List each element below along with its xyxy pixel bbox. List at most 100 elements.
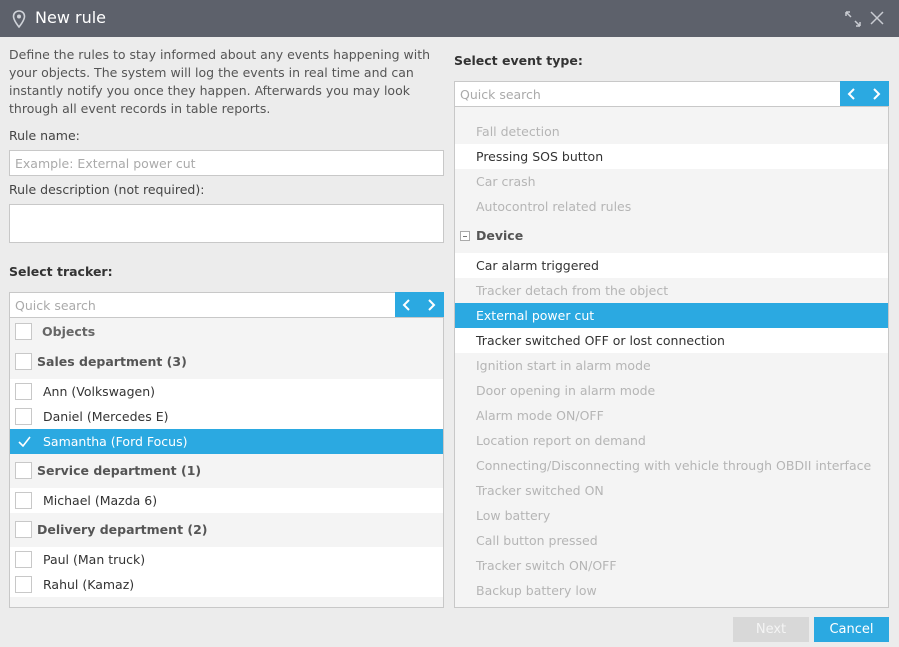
tracker-group-row[interactable]: Sales department (3) xyxy=(10,349,443,374)
event-item-disabled: Door opening in alarm mode xyxy=(455,378,888,403)
next-button[interactable]: Next xyxy=(733,617,809,642)
tracker-checkbox[interactable] xyxy=(15,576,32,593)
tracker-checkbox[interactable] xyxy=(15,383,32,400)
select-all-checkbox[interactable] xyxy=(15,323,32,340)
next-page-button[interactable] xyxy=(864,81,888,107)
tracker-nav-buttons xyxy=(395,292,444,318)
event-item-selected[interactable]: External power cut xyxy=(455,303,888,328)
expand-icon[interactable] xyxy=(845,11,861,27)
event-item-disabled: Alarm mode ON/OFF xyxy=(455,403,888,428)
event-item[interactable]: Car alarm triggered xyxy=(455,253,888,278)
tracker-label: Samantha (Ford Focus) xyxy=(43,434,188,449)
dialog-title: New rule xyxy=(35,8,106,27)
tracker-label: Michael (Mazda 6) xyxy=(43,493,158,508)
intro-text: Define the rules to stay informed about … xyxy=(9,47,431,116)
cancel-button[interactable]: Cancel xyxy=(814,617,889,642)
tracker-item-row[interactable]: Daniel (Mercedes E) xyxy=(10,404,443,429)
chevron-right-icon xyxy=(873,88,881,100)
select-event-label: Select event type: xyxy=(454,53,583,68)
event-label: Tracker switched OFF or lost connection xyxy=(476,333,725,348)
group-label: Delivery department (2) xyxy=(37,522,208,537)
event-nav-buttons xyxy=(840,81,889,107)
tracker-checkbox[interactable] xyxy=(15,408,32,425)
event-label: Alarm mode ON/OFF xyxy=(476,408,604,423)
prev-button[interactable] xyxy=(395,292,419,318)
next-page-button[interactable] xyxy=(419,292,443,318)
title-bar: New rule xyxy=(0,0,899,37)
event-item-disabled: Low battery xyxy=(455,503,888,528)
tracker-checkbox[interactable] xyxy=(15,492,32,509)
chevron-left-icon xyxy=(402,299,410,311)
event-label: Low battery xyxy=(476,508,551,523)
event-label: Call button pressed xyxy=(476,533,598,548)
event-label: Connecting/Disconnecting with vehicle th… xyxy=(476,458,872,473)
group-checkbox[interactable] xyxy=(15,521,32,538)
group-label: Service department (1) xyxy=(37,463,202,478)
event-item-disabled: Fall detection xyxy=(455,119,888,144)
event-label: Tracker switched ON xyxy=(476,483,604,498)
event-search-input[interactable] xyxy=(454,81,840,107)
event-label: Door opening in alarm mode xyxy=(476,383,656,398)
tracker-search-input[interactable] xyxy=(9,292,395,318)
objects-header-label: Objects xyxy=(42,324,96,339)
tracker-checkbox[interactable] xyxy=(15,551,32,568)
event-category-device[interactable]: Device xyxy=(455,223,888,248)
event-label: External power cut xyxy=(476,308,595,323)
event-item[interactable]: Tracker switched OFF or lost connection xyxy=(455,328,888,353)
prev-button[interactable] xyxy=(840,81,864,107)
event-label: Backup battery low xyxy=(476,583,597,598)
tracker-group-row[interactable]: Delivery department (2) xyxy=(10,517,443,542)
rule-name-label: Rule name: xyxy=(9,128,80,143)
event-item-disabled: Tracker switched ON xyxy=(455,478,888,503)
event-list-partial-row xyxy=(455,107,888,112)
tracker-label: Rahul (Kamaz) xyxy=(43,577,135,592)
tracker-label: Daniel (Mercedes E) xyxy=(43,409,169,424)
rule-description-input[interactable] xyxy=(9,204,444,243)
chevron-left-icon xyxy=(847,88,855,100)
close-icon[interactable] xyxy=(870,11,884,25)
event-list: Fall detection Pressing SOS button Car c… xyxy=(454,106,889,608)
tracker-search-row xyxy=(9,292,444,318)
event-item-disabled: Connecting/Disconnecting with vehicle th… xyxy=(455,453,888,478)
select-tracker-label: Select tracker: xyxy=(9,264,113,279)
tracker-item-row-selected[interactable]: Samantha (Ford Focus) xyxy=(10,429,443,454)
group-checkbox[interactable] xyxy=(15,353,32,370)
event-label: Tracker switch ON/OFF xyxy=(476,558,617,573)
event-item-disabled: Autocontrol related rules xyxy=(455,194,888,219)
event-item[interactable]: Pressing SOS button xyxy=(455,144,888,169)
event-label: Pressing SOS button xyxy=(476,149,604,164)
tracker-item-row[interactable]: Ann (Volkswagen) xyxy=(10,379,443,404)
tracker-label: Ann (Volkswagen) xyxy=(43,384,156,399)
objects-header-row[interactable]: Objects xyxy=(10,319,443,344)
tracker-group-row[interactable]: Service department (1) xyxy=(10,458,443,483)
tracker-list: Objects Sales department (3) Ann (Volksw… xyxy=(9,317,444,608)
event-label: Autocontrol related rules xyxy=(476,199,632,214)
rule-description-label: Rule description (not required): xyxy=(9,182,205,197)
event-item-disabled: Ignition start in alarm mode xyxy=(455,353,888,378)
event-label: Fall detection xyxy=(476,124,560,139)
event-item-disabled: Car crash xyxy=(455,169,888,194)
group-checkbox[interactable] xyxy=(15,462,32,479)
event-label: Car alarm triggered xyxy=(476,258,599,273)
chevron-right-icon xyxy=(428,299,436,311)
event-label: Car crash xyxy=(476,174,536,189)
tracker-item-row[interactable]: Paul (Man truck) xyxy=(10,547,443,572)
event-item-disabled: Backup battery low xyxy=(455,578,888,603)
rule-name-input[interactable] xyxy=(9,150,444,176)
group-label: Sales department (3) xyxy=(37,354,187,369)
event-search-row xyxy=(454,81,889,107)
event-item-disabled: Tracker switch ON/OFF xyxy=(455,553,888,578)
event-label: Tracker detach from the object xyxy=(476,283,669,298)
collapse-minus-icon[interactable] xyxy=(460,231,470,241)
event-item-disabled: Call button pressed xyxy=(455,528,888,553)
event-label: Ignition start in alarm mode xyxy=(476,358,651,373)
event-category-label: Device xyxy=(476,228,524,243)
event-label: Location report on demand xyxy=(476,433,646,448)
tracker-item-row[interactable]: Michael (Mazda 6) xyxy=(10,488,443,513)
tracker-item-row[interactable]: Rahul (Kamaz) xyxy=(10,572,443,597)
tracker-label: Paul (Man truck) xyxy=(43,552,146,567)
map-pin-icon xyxy=(12,10,26,28)
checkmark-icon[interactable] xyxy=(18,436,31,447)
event-item-disabled: Location report on demand xyxy=(455,428,888,453)
event-item-disabled: Tracker detach from the object xyxy=(455,278,888,303)
